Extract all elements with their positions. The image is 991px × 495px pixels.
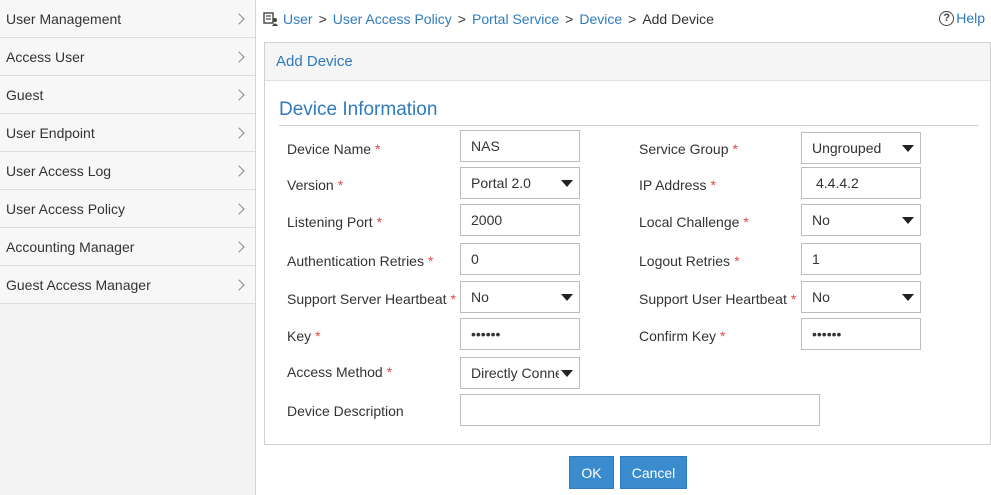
listening-port-label: Listening Port *: [287, 214, 383, 230]
dropdown-arrow-icon: [902, 217, 914, 224]
key-label: Key *: [287, 328, 321, 344]
cancel-button[interactable]: Cancel: [620, 456, 687, 489]
required-mark: *: [790, 291, 797, 307]
required-mark: *: [376, 214, 383, 230]
required-mark: *: [427, 253, 434, 269]
breadcrumb-current: Add Device: [642, 11, 714, 27]
sidebar-item-label: User Access Policy: [6, 200, 126, 217]
logout-retries-input[interactable]: 1: [801, 243, 921, 275]
sidebar-item-label: User Management: [6, 10, 122, 27]
breadcrumb-link-user-access-policy[interactable]: User Access Policy: [333, 11, 452, 27]
required-mark: *: [710, 177, 716, 193]
auth-retries-input[interactable]: 0: [460, 243, 580, 275]
confirm-key-input[interactable]: ••••••: [801, 318, 921, 350]
device-name-input[interactable]: NAS: [460, 130, 580, 162]
confirm-key-label: Confirm Key *: [639, 328, 726, 344]
help-link[interactable]: ? Help: [939, 10, 985, 26]
panel-title: Add Device: [265, 43, 990, 81]
sidebar-item-access-user[interactable]: Access User: [0, 38, 255, 76]
required-mark: *: [386, 364, 393, 380]
access-method-label: Access Method *: [287, 364, 393, 380]
add-device-panel: Add Device Device Information Device Nam…: [264, 42, 991, 445]
server-heartbeat-label: Support Server Heartbeat *: [287, 291, 456, 307]
access-method-select[interactable]: Directly Connected: [460, 357, 580, 389]
required-mark: *: [720, 328, 726, 344]
logout-retries-label: Logout Retries *: [639, 253, 740, 269]
sidebar-item-guest-access-manager[interactable]: Guest Access Manager: [0, 266, 255, 304]
help-icon: ?: [939, 10, 955, 26]
dropdown-arrow-icon: [561, 180, 573, 187]
chevron-right-icon: [233, 12, 245, 25]
sidebar-item-label: Accounting Manager: [6, 238, 135, 255]
required-mark: *: [315, 328, 321, 344]
device-name-label: Device Name *: [287, 141, 381, 157]
breadcrumb-link-user[interactable]: User: [283, 11, 313, 27]
chevron-right-icon: [233, 126, 245, 139]
help-label: Help: [956, 10, 985, 26]
user-heartbeat-select[interactable]: No: [801, 281, 921, 313]
sidebar-item-user-management[interactable]: User Management: [0, 0, 255, 38]
required-mark: *: [375, 141, 381, 157]
dropdown-arrow-icon: [561, 294, 573, 301]
breadcrumb: User > User Access Policy > Portal Service > D…: [256, 0, 991, 38]
sidebar-item-user-access-policy[interactable]: User Access Policy: [0, 190, 255, 228]
sidebar-item-user-endpoint[interactable]: User Endpoint: [0, 114, 255, 152]
auth-retries-label: Authentication Retries *: [287, 253, 434, 269]
breadcrumb-separator: >: [628, 11, 637, 27]
sidebar-item-label: Access User: [6, 48, 85, 65]
ip-address-label: IP Address *: [639, 177, 716, 193]
breadcrumb-link-device[interactable]: Device: [579, 11, 622, 27]
user-heartbeat-label: Support User Heartbeat *: [639, 291, 797, 307]
server-heartbeat-select[interactable]: No: [460, 281, 580, 313]
sidebar: User Management Access User Guest User E…: [0, 0, 256, 495]
dropdown-arrow-icon: [902, 145, 914, 152]
local-challenge-select[interactable]: No: [801, 204, 921, 236]
sidebar-item-label: Guest Access Manager: [6, 276, 151, 293]
chevron-right-icon: [233, 202, 245, 215]
dropdown-arrow-icon: [902, 294, 914, 301]
version-select[interactable]: Portal 2.0: [460, 167, 580, 199]
local-challenge-label: Local Challenge *: [639, 214, 749, 230]
required-mark: *: [734, 253, 740, 269]
chevron-right-icon: [233, 278, 245, 291]
required-mark: *: [732, 141, 738, 157]
service-group-select[interactable]: Ungrouped: [801, 132, 921, 164]
ok-button[interactable]: OK: [569, 456, 614, 489]
sidebar-item-accounting-manager[interactable]: Accounting Manager: [0, 228, 255, 266]
device-description-label: Device Description: [287, 403, 404, 419]
sidebar-item-label: User Access Log: [6, 162, 112, 179]
required-mark: *: [450, 291, 456, 307]
device-description-input[interactable]: [460, 394, 820, 426]
chevron-right-icon: [233, 164, 245, 177]
required-mark: *: [337, 177, 344, 193]
breadcrumb-separator: >: [457, 11, 466, 27]
chevron-right-icon: [233, 88, 245, 101]
service-group-label: Service Group *: [639, 141, 738, 157]
listening-port-input[interactable]: 2000: [460, 204, 580, 236]
key-input[interactable]: ••••••: [460, 318, 580, 350]
sidebar-item-label: Guest: [6, 86, 44, 103]
chevron-right-icon: [233, 240, 245, 253]
sidebar-item-user-access-log[interactable]: User Access Log: [0, 152, 255, 190]
version-label: Version *: [287, 177, 344, 193]
breadcrumb-separator: >: [318, 11, 327, 27]
breadcrumb-separator: >: [565, 11, 574, 27]
required-mark: *: [743, 214, 749, 230]
section-title: Device Information: [279, 99, 438, 120]
sidebar-item-guest[interactable]: Guest: [0, 76, 255, 114]
chevron-right-icon: [233, 50, 245, 63]
section-divider: [279, 125, 978, 126]
sidebar-item-label: User Endpoint: [6, 124, 95, 141]
ip-address-input[interactable]: 4.4.4.2: [801, 167, 921, 199]
dropdown-arrow-icon: [561, 370, 573, 377]
user-policy-icon: [263, 12, 278, 26]
breadcrumb-link-portal-service[interactable]: Portal Service: [472, 11, 559, 27]
